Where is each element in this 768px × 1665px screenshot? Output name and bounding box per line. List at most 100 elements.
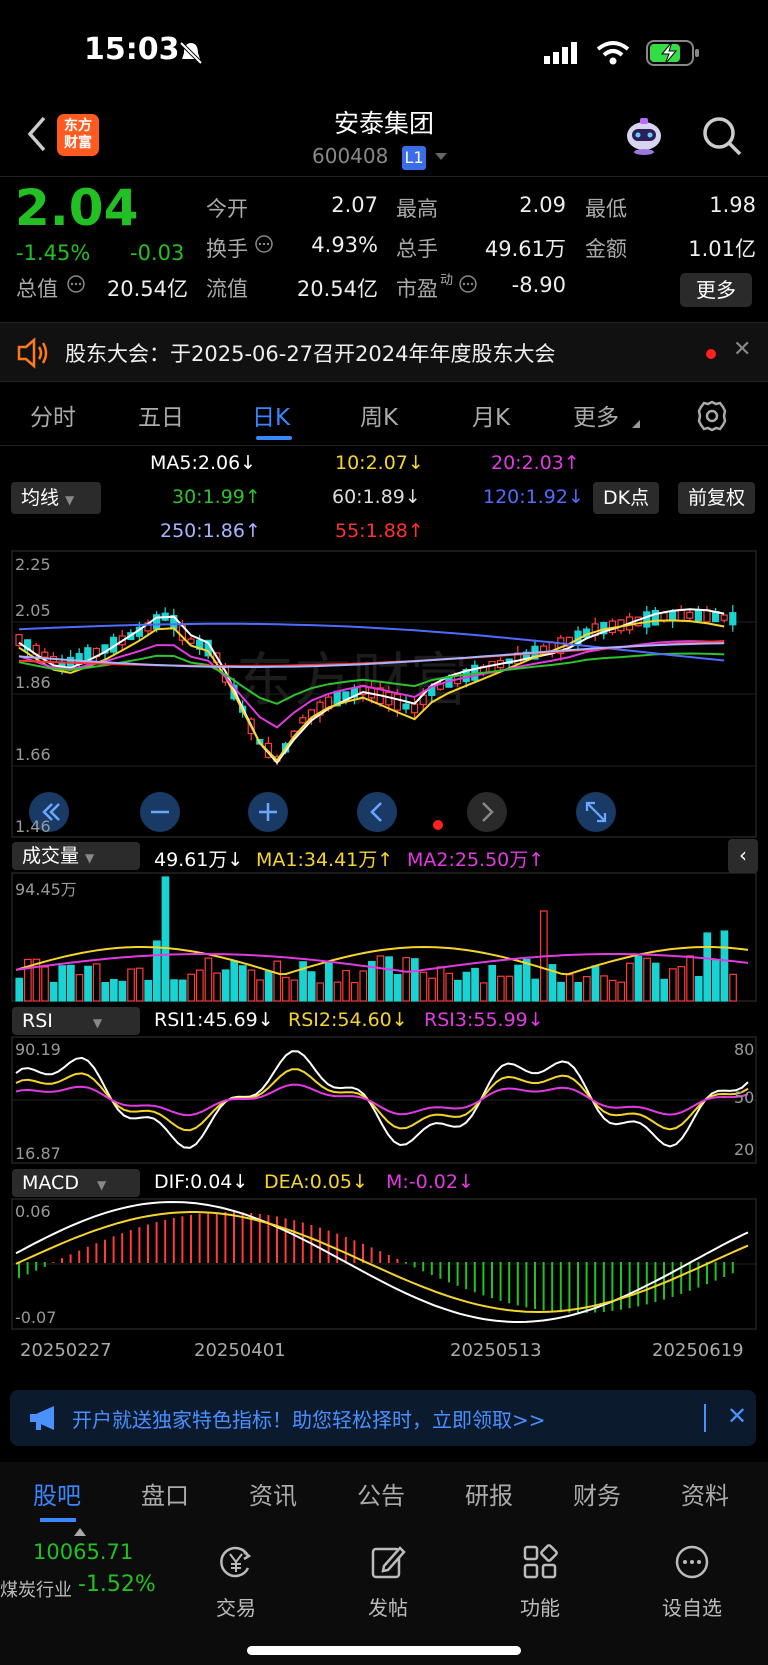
volume-bar bbox=[677, 966, 686, 1002]
macd-bar bbox=[86, 1246, 89, 1263]
macd-bar bbox=[585, 1262, 588, 1313]
macd-bar bbox=[301, 1222, 304, 1263]
close-icon[interactable]: ✕ bbox=[727, 1402, 747, 1430]
functions-label: 功能 bbox=[520, 1596, 560, 1620]
macd-bar bbox=[69, 1254, 72, 1263]
volume-bar bbox=[187, 973, 196, 1002]
functions-button[interactable]: 功能 bbox=[485, 1526, 595, 1621]
volume-bar bbox=[686, 955, 694, 1002]
macd-bar bbox=[241, 1212, 244, 1263]
volume-bar bbox=[41, 966, 49, 1002]
volume-bar bbox=[15, 977, 24, 1002]
volume-bar bbox=[273, 960, 282, 1002]
volume-bar bbox=[600, 975, 608, 1002]
macd-bar bbox=[559, 1262, 562, 1313]
zoom-in-button[interactable] bbox=[248, 792, 288, 832]
macd-bar bbox=[190, 1214, 192, 1263]
volume-bar bbox=[230, 960, 239, 1002]
collapse-panel-button[interactable]: ‹ bbox=[728, 839, 758, 873]
volume-bar bbox=[161, 876, 170, 1002]
volume-bar bbox=[153, 940, 161, 1002]
rsi3-value: RSI3:55.99↓ bbox=[424, 1009, 544, 1031]
macd-bar bbox=[181, 1216, 184, 1263]
volume-bar bbox=[703, 932, 712, 1002]
volume-bar bbox=[591, 965, 600, 1002]
macd-bar bbox=[714, 1262, 717, 1281]
candle-body bbox=[686, 611, 694, 619]
volume-bar bbox=[385, 956, 393, 1002]
tab-profile[interactable]: 资料 bbox=[681, 1476, 729, 1511]
macd-m-value: M:-0.02↓ bbox=[386, 1171, 474, 1193]
volume-bar bbox=[118, 980, 127, 1002]
macd-bar bbox=[628, 1262, 631, 1309]
macd-bar bbox=[516, 1262, 519, 1306]
macd-bar bbox=[95, 1243, 98, 1263]
industry-name[interactable]: 煤炭行业 bbox=[0, 1576, 72, 1602]
date-label: 20250619 bbox=[652, 1340, 744, 1361]
macd-bar bbox=[52, 1262, 55, 1263]
tab-finance[interactable]: 财务 bbox=[573, 1476, 621, 1511]
macd-bar bbox=[688, 1262, 691, 1291]
volume-bar bbox=[92, 963, 101, 1002]
zoom-out-button[interactable] bbox=[140, 792, 180, 832]
macd-bar bbox=[465, 1262, 468, 1290]
macd-bar bbox=[525, 1262, 528, 1308]
scroll-left-button[interactable] bbox=[357, 792, 397, 832]
volume-bar bbox=[643, 957, 651, 1002]
tab-announcements[interactable]: 公告 bbox=[357, 1476, 405, 1511]
post-button[interactable]: 发帖 bbox=[333, 1526, 443, 1621]
macd-bar bbox=[723, 1262, 726, 1277]
volume-bar bbox=[204, 957, 213, 1002]
add-watchlist-button[interactable]: 设自选 bbox=[637, 1526, 747, 1621]
volume-max-label: 94.45万 bbox=[15, 880, 77, 899]
macd-bar bbox=[370, 1247, 373, 1263]
volume-bar bbox=[557, 981, 565, 1002]
home-indicator bbox=[247, 1646, 521, 1655]
candle-body bbox=[668, 611, 677, 621]
volume-bar bbox=[290, 979, 299, 1002]
rsi-selector[interactable]: RSI ▼ bbox=[12, 1007, 140, 1035]
macd-bar bbox=[43, 1262, 46, 1267]
macd-max-label: 0.06 bbox=[15, 1202, 51, 1221]
candle-body bbox=[677, 608, 685, 622]
volume-bar bbox=[436, 966, 445, 1002]
volume-bar bbox=[393, 973, 402, 1002]
volume-bar bbox=[582, 976, 591, 1002]
macd-bar bbox=[344, 1236, 347, 1263]
volume-bar bbox=[135, 967, 144, 1002]
date-label: 20250513 bbox=[450, 1340, 542, 1361]
tab-orderbook[interactable]: 盘口 bbox=[141, 1476, 189, 1511]
volume-bar bbox=[488, 964, 497, 1002]
fullscreen-button[interactable] bbox=[576, 792, 616, 832]
candle-body bbox=[694, 609, 703, 622]
macd-bar bbox=[379, 1251, 382, 1263]
trade-button[interactable]: 交易 bbox=[181, 1526, 291, 1621]
volume-selector[interactable]: 成交量 ▼ bbox=[12, 842, 140, 870]
macd-bar bbox=[413, 1262, 416, 1268]
promo-banner[interactable]: 开户就送独家特色指标！助您轻松择时，立即领取>> ✕ bbox=[10, 1390, 756, 1446]
macd-bar bbox=[706, 1262, 708, 1285]
volume-bar bbox=[729, 973, 737, 1002]
industry-change: -1.52% bbox=[78, 1572, 156, 1597]
tab-news[interactable]: 资讯 bbox=[249, 1476, 297, 1511]
volume-bar bbox=[514, 964, 522, 1002]
price-axis-label: 1.66 bbox=[15, 745, 51, 764]
tab-research[interactable]: 研报 bbox=[465, 1476, 513, 1511]
scroll-right-button[interactable] bbox=[467, 792, 507, 832]
volume-bar bbox=[668, 968, 677, 1002]
bottom-toolbar: 10065.71 煤炭行业 -1.52% 交易 发帖 功能 设自选 bbox=[0, 1526, 768, 1665]
volume-bar bbox=[617, 981, 626, 1002]
grid-apps-icon bbox=[523, 1544, 558, 1579]
macd-bar bbox=[473, 1262, 476, 1293]
candle-body bbox=[402, 703, 410, 710]
volume-bar bbox=[109, 978, 118, 1002]
banner-divider bbox=[704, 1404, 706, 1432]
industry-index-value[interactable]: 10065.71 bbox=[33, 1540, 133, 1564]
volume-bar bbox=[49, 981, 58, 1002]
tab-guba[interactable]: 股吧 bbox=[33, 1476, 81, 1511]
more-dots-icon bbox=[675, 1545, 709, 1579]
macd-selector[interactable]: MACD ▼ bbox=[12, 1169, 140, 1197]
macd-bar bbox=[697, 1262, 700, 1288]
macd-bar bbox=[731, 1262, 734, 1274]
volume-bar bbox=[608, 979, 617, 1002]
